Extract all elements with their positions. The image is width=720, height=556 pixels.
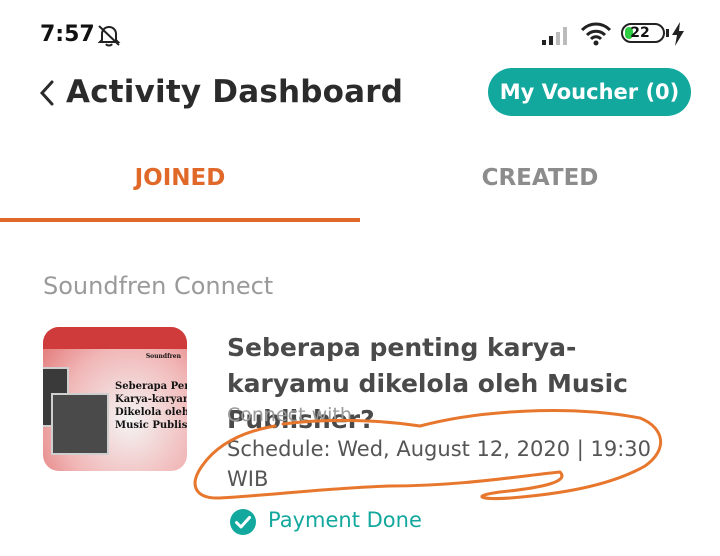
battery-percent: 22 (630, 25, 650, 41)
status-bar: 7:57 22 (0, 0, 720, 70)
my-voucher-button[interactable]: My Voucher (0) (488, 68, 691, 116)
back-button[interactable] (36, 76, 66, 112)
check-circle-icon (230, 509, 256, 535)
signal-icon (542, 27, 567, 45)
thumbnail-text-line: Music Publis (115, 420, 187, 431)
tab-created[interactable]: CREATED (360, 150, 720, 222)
event-schedule: Schedule: Wed, August 12, 2020 | 19:30 W… (227, 437, 652, 491)
payment-status: Payment Done (268, 508, 422, 532)
wifi-icon (580, 22, 612, 46)
thumbnail-brand: Soundfren (145, 353, 181, 360)
chevron-left-icon (39, 80, 54, 106)
battery-tip (666, 29, 669, 37)
section-label: Soundfren Connect (43, 272, 274, 300)
bell-off-icon (97, 25, 121, 47)
thumbnail-banner (43, 327, 187, 349)
tab-joined[interactable]: JOINED (0, 150, 360, 222)
event-thumbnail[interactable]: Soundfren Seberapa Pen Karya-karyan Dike… (43, 327, 187, 471)
connect-with-label: Connect with (227, 404, 352, 426)
battery-icon: 22 (621, 23, 665, 43)
thumbnail-text-line: Dikelola oleh (115, 407, 187, 418)
charging-bolt-icon (672, 22, 684, 46)
page-title: Activity Dashboard (66, 74, 404, 110)
thumbnail-photo (51, 393, 109, 455)
status-time: 7:57 (40, 22, 95, 47)
thumbnail-text-line: Seberapa Pen (115, 381, 187, 392)
thumbnail-text-line: Karya-karyan (115, 394, 187, 405)
